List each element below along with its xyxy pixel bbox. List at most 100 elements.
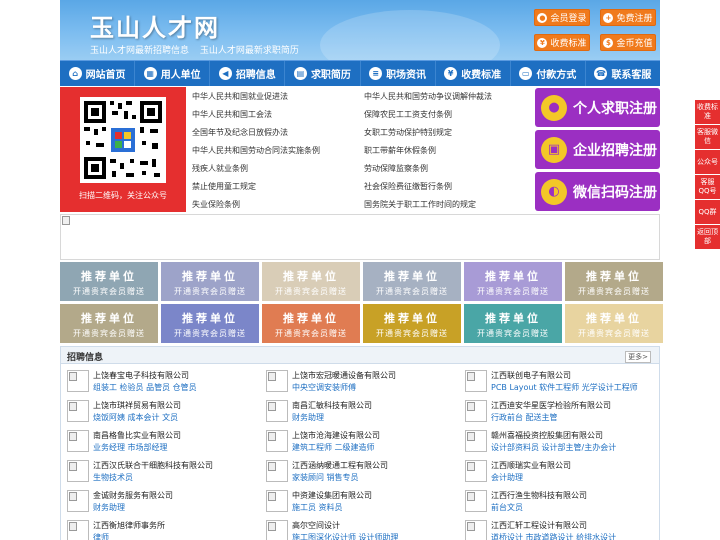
nav-employers[interactable]: ▦ 用人单位 <box>135 61 211 86</box>
nav-news[interactable]: ≡ 职场资讯 <box>361 61 436 86</box>
law-link[interactable]: 职工带薪年休假条例 <box>364 145 436 156</box>
job-positions-link[interactable]: 行政前台 配送主管 <box>491 412 558 423</box>
company-name-link[interactable]: 江西汉氏联合干细胞科技有限公司 <box>93 460 213 471</box>
company-register-button[interactable]: ▣ 企业招聘注册 <box>535 130 660 169</box>
company-name-link[interactable]: 上饶市沧海建设有限公司 <box>292 430 380 441</box>
law-link[interactable]: 保障农民工工资支付条例 <box>364 109 452 120</box>
company-logo[interactable] <box>266 430 288 452</box>
company-name-link[interactable]: 江西衡旭律师事务所 <box>93 520 165 531</box>
company-logo[interactable] <box>67 460 89 482</box>
nav-fees[interactable]: ¥ 收费标准 <box>436 61 511 86</box>
job-positions-link[interactable]: 中央空调安装师傅 <box>292 382 356 393</box>
company-logo[interactable] <box>465 460 487 482</box>
job-positions-link[interactable]: 会计助理 <box>491 472 523 483</box>
recommended-company-slot[interactable]: 推荐单位 开通贵宾会员赠送 <box>565 304 663 343</box>
nav-jobs[interactable]: ◀ 招聘信息 <box>210 61 286 86</box>
company-logo[interactable] <box>266 490 288 512</box>
company-logo[interactable] <box>67 400 89 422</box>
recommended-company-slot[interactable]: 推荐单位 开通贵宾会员赠送 <box>565 262 663 301</box>
recommended-company-slot[interactable]: 推荐单位 开通贵宾会员赠送 <box>161 304 259 343</box>
law-link[interactable]: 中华人民共和国劳动合同法实施条例 <box>192 145 320 156</box>
company-logo[interactable] <box>465 430 487 452</box>
job-positions-link[interactable]: 设计部资料员 设计部主管/主办会计 <box>491 442 616 453</box>
law-link[interactable]: 劳动保障监察条例 <box>364 163 428 174</box>
recommended-company-slot[interactable]: 推荐单位 开通贵宾会员赠送 <box>60 262 158 301</box>
company-logo[interactable] <box>266 370 288 392</box>
fee-standard-button[interactable]: ¥ 收费标准 <box>534 34 590 51</box>
company-logo[interactable] <box>465 520 487 540</box>
law-link[interactable]: 中华人民共和国就业促进法 <box>192 91 288 102</box>
company-logo[interactable] <box>67 490 89 512</box>
company-name-link[interactable]: 江西涵纳暖通工程有限公司 <box>292 460 388 471</box>
slogan-latest-resumes[interactable]: 玉山人才网最新求职简历 <box>200 46 299 56</box>
job-positions-link[interactable]: 道桥设计 市政道路设计 给排水设计 <box>491 532 616 540</box>
nav-payment[interactable]: ▭ 付款方式 <box>511 61 586 86</box>
law-link[interactable]: 中华人民共和国劳动争议调解仲裁法 <box>364 91 492 102</box>
job-positions-link[interactable]: 组装工 检验员 品管员 仓管员 <box>93 382 197 393</box>
recommended-company-slot[interactable]: 推荐单位 开通贵宾会员赠送 <box>262 262 360 301</box>
law-link[interactable]: 中华人民共和国工会法 <box>192 109 272 120</box>
recommended-company-slot[interactable]: 推荐单位 开通贵宾会员赠送 <box>363 304 461 343</box>
recommended-company-slot[interactable]: 推荐单位 开通贵宾会员赠送 <box>464 262 562 301</box>
company-logo[interactable] <box>266 520 288 540</box>
coin-recharge-button[interactable]: $ 金币充值 <box>600 34 656 51</box>
banner-ad[interactable] <box>60 214 660 260</box>
site-logo[interactable]: 玉山人才网 <box>90 8 220 43</box>
company-name-link[interactable]: 高尔空间设计 <box>292 520 340 531</box>
job-positions-link[interactable]: 业务经理 市场部经理 <box>93 442 168 453</box>
law-link[interactable]: 失业保险条例 <box>192 199 240 210</box>
company-logo[interactable] <box>465 490 487 512</box>
free-register-button[interactable]: + 免费注册 <box>600 9 656 26</box>
recommended-company-slot[interactable]: 推荐单位 开通贵宾会员赠送 <box>60 304 158 343</box>
company-name-link[interactable]: 南昌汇敏科技有限公司 <box>292 400 372 411</box>
company-name-link[interactable]: 上饶市宏冠暖通设备有限公司 <box>292 370 396 381</box>
member-login-button[interactable]: ● 会员登录 <box>534 9 590 26</box>
company-logo[interactable] <box>465 370 487 392</box>
nav-resumes[interactable]: ▤ 求职简历 <box>285 61 361 86</box>
company-logo[interactable] <box>67 430 89 452</box>
company-logo[interactable] <box>266 400 288 422</box>
side-qq-service-button[interactable]: 客服QQ号 <box>695 175 720 200</box>
company-name-link[interactable]: 江西汇轩工程设计有限公司 <box>491 520 587 531</box>
company-name-link[interactable]: 江西顺瑞实业有限公司 <box>491 460 571 471</box>
company-name-link[interactable]: 赣州喜福投资控股集团有限公司 <box>491 430 603 441</box>
job-positions-link[interactable]: 财务助理 <box>292 412 324 423</box>
company-logo[interactable] <box>67 370 89 392</box>
recommended-company-slot[interactable]: 推荐单位 开通贵宾会员赠送 <box>161 262 259 301</box>
job-positions-link[interactable]: 财务助理 <box>93 502 125 513</box>
back-to-top-button[interactable]: 返回顶部 <box>695 225 720 250</box>
nav-contact[interactable]: ☎ 联系客服 <box>586 61 660 86</box>
recommended-company-slot[interactable]: 推荐单位 开通贵宾会员赠送 <box>262 304 360 343</box>
law-link[interactable]: 禁止使用童工规定 <box>192 181 256 192</box>
personal-register-button[interactable]: ● 个人求职注册 <box>535 88 660 127</box>
nav-home[interactable]: ⌂ 网站首页 <box>60 61 136 86</box>
law-link[interactable]: 社会保险费征缴暂行条例 <box>364 181 452 192</box>
company-name-link[interactable]: 江西迪安华星医学检验所有限公司 <box>491 400 611 411</box>
company-name-link[interactable]: 上饶市琪祥贸易有限公司 <box>93 400 181 411</box>
recommended-company-slot[interactable]: 推荐单位 开通贵宾会员赠送 <box>464 304 562 343</box>
company-name-link[interactable]: 中资建设集团有限公司 <box>292 490 372 501</box>
law-link[interactable]: 全国年节及纪念日放假办法 <box>192 127 288 138</box>
more-jobs-link[interactable]: 更多> <box>625 351 651 363</box>
law-link[interactable]: 国务院关于职工工作时间的规定 <box>364 199 476 210</box>
company-name-link[interactable]: 上饶春宝电子科技有限公司 <box>93 370 189 381</box>
job-positions-link[interactable]: 烧饭阿姨 成本会计 文员 <box>93 412 178 423</box>
law-link[interactable]: 女职工劳动保护特别规定 <box>364 127 452 138</box>
slogan-latest-jobs[interactable]: 玉山人才网最新招聘信息 <box>90 46 189 56</box>
side-fee-button[interactable]: 收费标准 <box>695 100 720 125</box>
job-positions-link[interactable]: 施工员 资料员 <box>292 502 343 513</box>
side-official-account-button[interactable]: 公众号 <box>695 150 720 175</box>
company-name-link[interactable]: 江西行渔生物科技有限公司 <box>491 490 587 501</box>
side-wechat-service-button[interactable]: 客服微信 <box>695 125 720 150</box>
job-positions-link[interactable]: 建筑工程师 二级建造师 <box>292 442 375 453</box>
law-link[interactable]: 残疾人就业条例 <box>192 163 248 174</box>
company-logo[interactable] <box>266 460 288 482</box>
job-positions-link[interactable]: 施工图深化设计师 设计师助理 <box>292 532 399 540</box>
company-name-link[interactable]: 金诚财务服务有限公司 <box>93 490 173 501</box>
job-positions-link[interactable]: 前台文员 <box>491 502 523 513</box>
company-logo[interactable] <box>67 520 89 540</box>
company-name-link[interactable]: 江西联创电子有限公司 <box>491 370 571 381</box>
job-positions-link[interactable]: 家装顾问 销售专员 <box>292 472 359 483</box>
side-qq-group-button[interactable]: QQ群 <box>695 200 720 225</box>
company-logo[interactable] <box>465 400 487 422</box>
